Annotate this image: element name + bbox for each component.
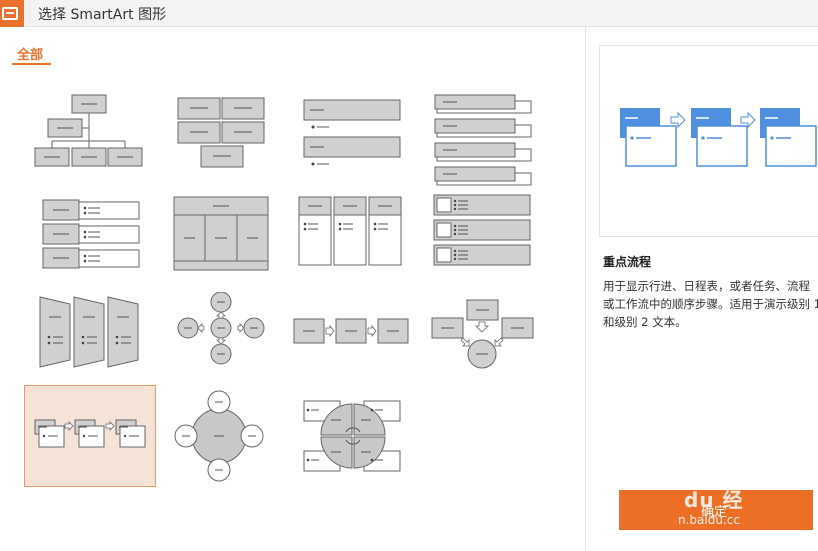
layout-description: 用于显示行进、日程表，或者任务、流程或工作流中的顺序步骤。适用于演示级别 1 和… bbox=[603, 279, 818, 329]
ok-button-label: 确定 bbox=[701, 505, 728, 520]
category-tab-all[interactable]: 全部 bbox=[17, 44, 43, 63]
layout-basic-process[interactable] bbox=[291, 292, 423, 394]
active-tab-indicator bbox=[12, 63, 51, 65]
smartart-dialog: 选择 SmartArt 图形 全部 重点流程 用于显示行进、日程表，或者任务、流… bbox=[0, 0, 818, 551]
layout-org-chart[interactable] bbox=[23, 87, 155, 189]
layout-accent-process[interactable] bbox=[24, 385, 156, 487]
layout-radial-arrows[interactable] bbox=[157, 292, 289, 394]
layout-table-hierarchy[interactable] bbox=[157, 190, 289, 292]
layout-block-list[interactable] bbox=[157, 87, 289, 189]
dialog-title: 选择 SmartArt 图形 bbox=[38, 7, 167, 23]
layout-column-list[interactable] bbox=[291, 190, 423, 292]
layout-chevron-panels[interactable] bbox=[23, 292, 155, 394]
layout-converging-process[interactable] bbox=[425, 292, 557, 394]
title-bar: 选择 SmartArt 图形 bbox=[0, 0, 818, 27]
layout-layered-bullet-list[interactable] bbox=[425, 87, 557, 189]
wps-icon bbox=[0, 0, 24, 27]
layout-title: 重点流程 bbox=[603, 255, 652, 269]
layout-radial-circle[interactable] bbox=[157, 385, 289, 487]
layout-stacked-bullet-list[interactable] bbox=[291, 87, 423, 189]
layout-preview bbox=[599, 45, 818, 237]
layout-cycle-matrix[interactable] bbox=[291, 385, 423, 487]
preview-panel: 重点流程 用于显示行进、日程表，或者任务、流程或工作流中的顺序步骤。适用于演示级… bbox=[587, 27, 818, 551]
layout-horizontal-bullet-list[interactable] bbox=[23, 190, 155, 292]
ok-button[interactable]: 确定 bbox=[619, 490, 813, 530]
layout-picture-bullet-list[interactable] bbox=[425, 190, 557, 292]
gallery-panel: 全部 bbox=[0, 27, 586, 551]
